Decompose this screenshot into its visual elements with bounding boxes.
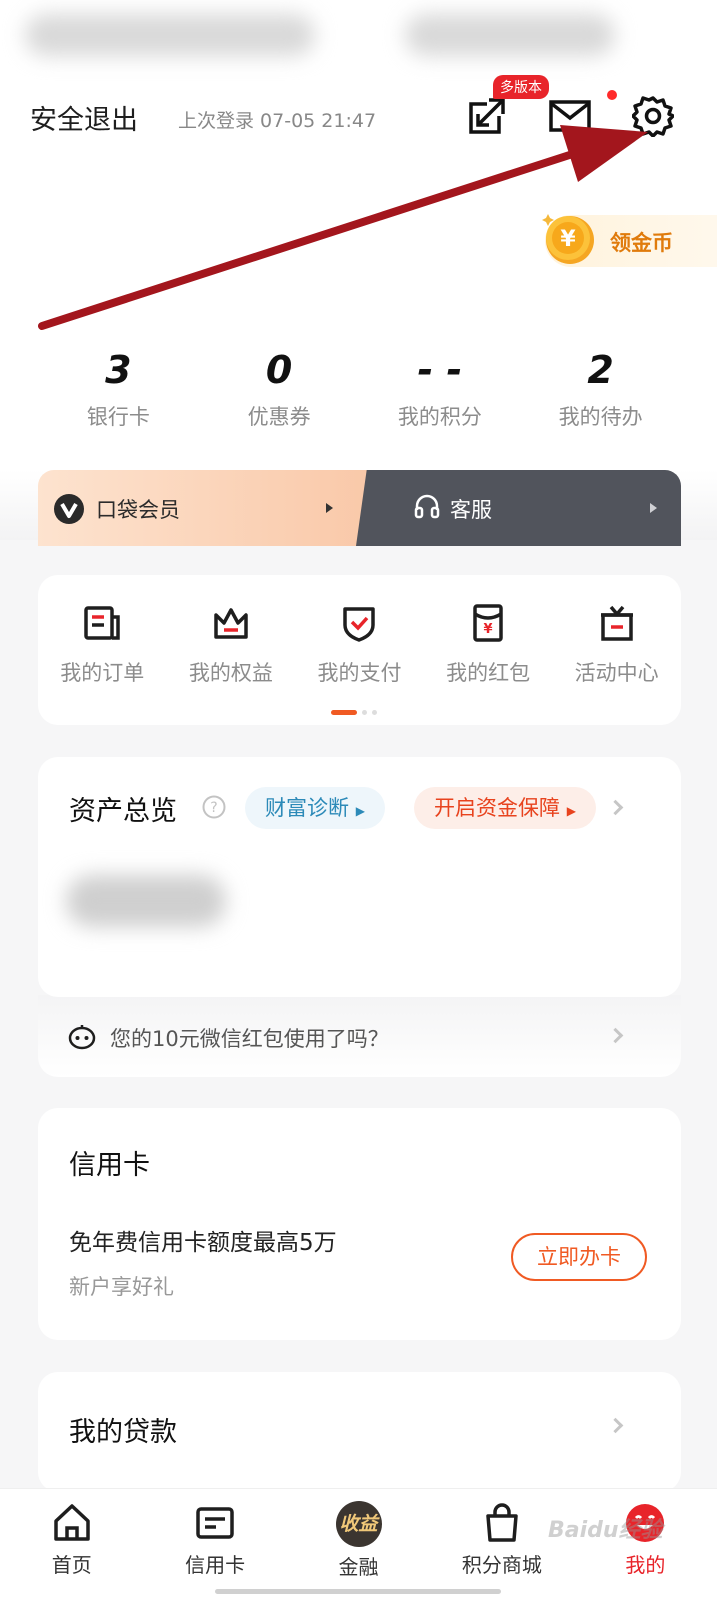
bottom-tab-bar: 首页 信用卡 收益 金融 积分商城 我的 (0, 1488, 717, 1600)
quick-links-card: 我的订单 我的权益 我的支付 ¥ 我的红包 活动中心 (38, 575, 681, 725)
credit-card-title: 信用卡 (69, 1150, 150, 1181)
gear-icon (632, 96, 674, 137)
stat-value: 0 (265, 348, 293, 392)
blurred-account-info (405, 14, 615, 56)
external-link-icon (469, 98, 505, 134)
asset-overview-card: 资产总览 ? 财富诊断 ▶ 开启资金保障 ▶ (38, 757, 681, 997)
tab-points-mall[interactable]: 积分商城 (430, 1489, 573, 1600)
customer-service-label: 客服 (450, 498, 492, 522)
stat-label: 我的积分 (397, 405, 482, 429)
logout-button[interactable]: 安全退出 (30, 98, 138, 137)
member-service-bar: 口袋会员 客服 (38, 470, 681, 546)
top-area (0, 0, 717, 535)
quick-link-label: 活动中心 (574, 661, 659, 685)
quick-link-orders[interactable]: 我的订单 (38, 603, 167, 725)
svg-text:¥: ¥ (484, 622, 493, 637)
caret-right-icon (650, 503, 657, 513)
gold-coin-icon: ¥ (542, 214, 594, 264)
order-icon (84, 606, 121, 640)
bag-icon (486, 1503, 518, 1542)
quick-link-label: 我的订单 (60, 661, 145, 685)
caret-right-icon (326, 503, 333, 513)
page-indicator (331, 702, 382, 721)
quick-link-benefits[interactable]: 我的权益 (167, 603, 296, 725)
tab-label: 积分商城 (461, 1553, 542, 1577)
fund-protection-chip[interactable]: 开启资金保障 ▶ (414, 787, 596, 829)
apply-card-button[interactable]: 立即办卡 (511, 1233, 647, 1281)
tab-finance[interactable]: 收益 金融 (287, 1489, 430, 1600)
credit-card-headline: 免年费信用卡额度最高5万 (69, 1230, 337, 1256)
chevron-right-icon (607, 1027, 624, 1044)
card-icon (196, 1507, 234, 1539)
my-loans-section[interactable]: 我的贷款 (38, 1372, 681, 1492)
messages-button[interactable] (546, 92, 594, 140)
tab-label: 信用卡 (185, 1553, 246, 1577)
quick-link-label: 我的权益 (188, 661, 273, 685)
stat-label: 我的待办 (558, 405, 643, 429)
stat-bank-cards[interactable]: 3 银行卡 (38, 345, 199, 435)
finance-badge-icon: 收益 (335, 1501, 382, 1547)
tab-home[interactable]: 首页 (0, 1489, 143, 1600)
asset-overview-title: 资产总览 (69, 796, 177, 827)
credit-card-section: 信用卡 免年费信用卡额度最高5万 新户享好礼 立即办卡 (38, 1108, 681, 1340)
pocket-member-label: 口袋会员 (96, 498, 180, 522)
member-logo-icon (54, 494, 84, 524)
customer-service-button[interactable] (356, 470, 681, 546)
unread-dot (607, 90, 617, 100)
stat-value: 3 (105, 348, 132, 392)
tab-mine[interactable]: 我的 (574, 1489, 717, 1600)
home-icon (53, 1504, 90, 1541)
baidu-watermark: Baidu经验 (548, 1518, 663, 1543)
quick-link-label: 我的红包 (446, 661, 531, 685)
red-packet-icon: ¥ (473, 604, 503, 642)
stat-value: - - (417, 348, 463, 392)
home-indicator (215, 1589, 501, 1594)
tab-label: 首页 (51, 1553, 92, 1577)
multi-version-badge: 多版本 (493, 75, 549, 99)
quick-link-activities[interactable]: 活动中心 (552, 603, 681, 725)
wealth-diagnosis-chip[interactable]: 财富诊断 ▶ (245, 787, 385, 829)
quick-link-red-packets[interactable]: ¥ 我的红包 (424, 603, 553, 725)
gift-icon (600, 605, 633, 641)
tab-label: 金融 (338, 1555, 379, 1579)
shield-check-icon (343, 607, 376, 642)
mail-icon (549, 100, 591, 132)
stat-points[interactable]: - - 我的积分 (360, 345, 521, 435)
tab-credit-card[interactable]: 信用卡 (143, 1489, 286, 1600)
crown-icon (214, 608, 248, 639)
blurred-account-name (25, 14, 315, 56)
settings-button[interactable] (629, 92, 677, 140)
fund-protection-label: 开启资金保障 (434, 796, 560, 820)
chevron-right-icon (607, 1417, 624, 1434)
wealth-diagnosis-label: 财富诊断 (265, 796, 349, 820)
coin-reward-label[interactable]: 领金币 (610, 227, 673, 257)
stat-label: 优惠券 (247, 405, 311, 429)
help-icon[interactable]: ? (202, 795, 226, 819)
svg-text:¥: ¥ (560, 227, 576, 252)
multi-version-button[interactable] (463, 92, 511, 140)
stat-coupons[interactable]: 0 优惠券 (199, 345, 360, 435)
headset-icon (414, 494, 440, 519)
stat-todos[interactable]: 2 我的待办 (520, 345, 681, 435)
credit-card-subtitle: 新户享好礼 (69, 1275, 174, 1299)
last-login-time: 上次登录 07-05 21:47 (178, 110, 377, 132)
blurred-asset-amount (66, 875, 226, 927)
stat-label: 银行卡 (86, 405, 150, 429)
wechat-red-packet-tip[interactable]: 您的10元微信红包使用了吗？ (38, 995, 681, 1077)
my-loans-title: 我的贷款 (69, 1417, 177, 1448)
robot-face-icon (68, 1025, 96, 1050)
tip-text: 您的10元微信红包使用了吗？ (110, 1027, 389, 1051)
chevron-right-icon[interactable] (607, 799, 624, 816)
tab-label: 我的 (625, 1553, 666, 1577)
stats-row: 3 银行卡 0 优惠券 - - 我的积分 2 我的待办 (38, 345, 681, 435)
svg-text:?: ? (210, 800, 217, 816)
stat-value: 2 (587, 348, 614, 392)
quick-link-label: 我的支付 (317, 661, 402, 685)
